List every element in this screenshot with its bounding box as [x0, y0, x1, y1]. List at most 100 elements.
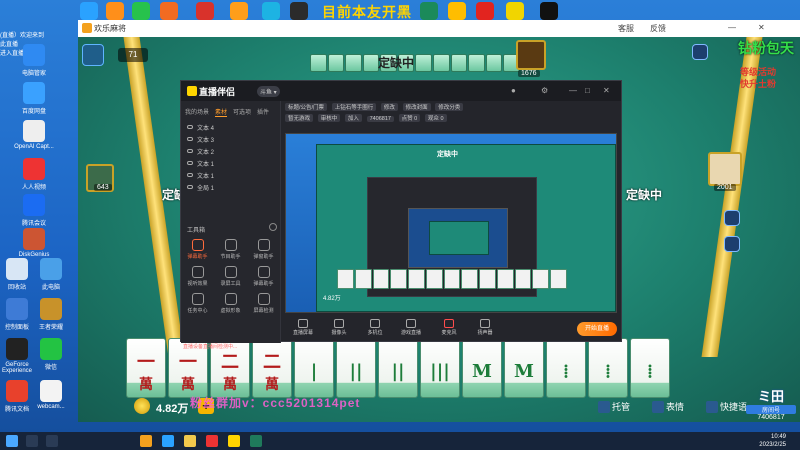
- hand-tile[interactable]: M: [504, 338, 544, 398]
- app-icon[interactable]: [262, 2, 280, 20]
- maximize-icon[interactable]: □: [585, 86, 590, 95]
- join-button[interactable]: 加入: [344, 114, 362, 122]
- desktop-icon-wechat[interactable]: 微信: [34, 338, 68, 371]
- eye-icon[interactable]: [187, 137, 193, 141]
- stream-announce-field[interactable]: 上钻石等手圈行: [331, 103, 377, 111]
- desktop-icon-tencent-meeting[interactable]: 腾讯会议: [4, 194, 64, 227]
- toolbox-more-icon[interactable]: [269, 223, 277, 231]
- user-avatar[interactable]: ●: [511, 86, 516, 95]
- edit-cover-button[interactable]: 修改封面: [402, 103, 431, 111]
- desktop-icon-control-panel[interactable]: 控制面板: [0, 298, 34, 331]
- desktop-icon-webcam[interactable]: webcam...: [34, 380, 68, 410]
- edit-button[interactable]: 修改: [380, 103, 398, 111]
- app-icon[interactable]: [162, 435, 174, 447]
- settings-icon[interactable]: ⚙: [541, 86, 548, 95]
- speaker-button[interactable]: 扬声器: [471, 319, 499, 336]
- hand-tile[interactable]: 一萬: [126, 338, 166, 398]
- windows-start-icon[interactable]: [6, 435, 18, 447]
- source-multicam-button[interactable]: 多机位: [361, 319, 389, 336]
- shop-icon[interactable]: [724, 210, 740, 226]
- desktop-icon-pc-manager[interactable]: 电脑管家: [4, 44, 64, 77]
- tool-danmu-helper[interactable]: 弹幕助手: [181, 239, 214, 260]
- desktop-icon-tencent-docs[interactable]: 腾讯文档: [0, 380, 34, 413]
- hand-tile[interactable]: ||: [378, 338, 418, 398]
- eye-icon[interactable]: [187, 149, 193, 153]
- source-camera-button[interactable]: 摄像头: [325, 319, 353, 336]
- tab-plugins[interactable]: 插件: [257, 107, 269, 117]
- close-button[interactable]: ✕: [758, 23, 765, 32]
- minimize-button[interactable]: —: [728, 23, 736, 32]
- menu-icon[interactable]: [724, 236, 740, 252]
- app-icon[interactable]: [420, 2, 438, 20]
- tool-virtual-avatar[interactable]: 虚拟形象: [214, 293, 247, 314]
- app-icon[interactable]: [106, 2, 124, 20]
- tool-popup-helper[interactable]: 弹窗助手: [247, 239, 280, 260]
- tab-materials[interactable]: 素材: [215, 107, 228, 117]
- system-clock[interactable]: 10:49 2023/2/25: [759, 433, 786, 449]
- microphone-button[interactable]: 麦克风: [435, 319, 463, 336]
- desktop-icon-honor-of-kings[interactable]: 王者荣耀: [34, 298, 68, 331]
- quick-chat-button[interactable]: 快捷语: [706, 400, 747, 413]
- layer-item[interactable]: 文本 4: [181, 121, 280, 133]
- layer-item[interactable]: 全局 1: [181, 181, 280, 193]
- app-icon[interactable]: [140, 435, 152, 447]
- hand-tile[interactable]: |||: [420, 338, 460, 398]
- layer-item[interactable]: 文本 1: [181, 169, 280, 181]
- tool-screen-check[interactable]: 屏幕检测: [247, 293, 280, 314]
- taskview-icon[interactable]: [46, 435, 58, 447]
- game-category[interactable]: 暂无游戏: [285, 114, 314, 122]
- layer-item[interactable]: 文本 1: [181, 157, 280, 169]
- desktop-icon-baidu-netdisk[interactable]: 百度网盘: [4, 82, 64, 115]
- close-icon[interactable]: ✕: [603, 86, 610, 95]
- eye-icon[interactable]: [187, 185, 193, 189]
- service-button[interactable]: 客服: [618, 23, 634, 34]
- eye-icon[interactable]: [187, 161, 193, 165]
- edit-category-button[interactable]: 修改分类: [435, 103, 464, 111]
- desktop-icon-recycle-bin[interactable]: 回收站: [0, 258, 34, 291]
- tool-danmu-2[interactable]: 弹幕助手: [247, 266, 280, 287]
- app-icon[interactable]: [132, 2, 150, 20]
- app-icon[interactable]: [448, 2, 466, 20]
- search-icon[interactable]: [26, 435, 38, 447]
- desktop-icon-diskgenius[interactable]: DiskGenius: [4, 228, 64, 258]
- player-avatar-top[interactable]: [516, 40, 546, 70]
- app-icon[interactable]: [80, 2, 98, 20]
- minimize-icon[interactable]: —: [569, 86, 577, 95]
- desktop-icon-openai[interactable]: OpenAI Capt...: [4, 120, 64, 150]
- layer-item[interactable]: 文本 2: [181, 145, 280, 157]
- tab-my-scenes[interactable]: 我的场景: [185, 107, 209, 117]
- app-icon[interactable]: [290, 2, 308, 20]
- hand-tile[interactable]: ⁞: [630, 338, 670, 398]
- stream-title-field[interactable]: 标题/公告/门票: [285, 103, 328, 111]
- exit-room-icon[interactable]: [82, 44, 104, 66]
- app-icon[interactable]: [476, 2, 494, 20]
- app-icon[interactable]: [228, 435, 240, 447]
- tool-screen-record[interactable]: 录屏工具: [214, 266, 247, 287]
- source-game-button[interactable]: 游戏直播: [397, 319, 425, 336]
- eye-icon[interactable]: [187, 125, 193, 129]
- eye-icon[interactable]: [187, 173, 193, 177]
- feedback-button[interactable]: 反馈: [650, 23, 666, 34]
- hand-tile[interactable]: ⁞: [588, 338, 628, 398]
- emoji-button[interactable]: 表情: [652, 400, 684, 413]
- hand-tile[interactable]: M: [462, 338, 502, 398]
- source-screen-button[interactable]: 直播屏幕: [289, 319, 317, 336]
- player-avatar-right[interactable]: [708, 152, 742, 186]
- layer-item[interactable]: 文本 3: [181, 133, 280, 145]
- app-icon[interactable]: [206, 435, 218, 447]
- folder-icon[interactable]: [184, 435, 196, 447]
- auto-play-button[interactable]: 托管: [598, 400, 630, 413]
- platform-selector[interactable]: 斗鱼 ▾: [257, 86, 280, 97]
- hand-tile[interactable]: ⁞: [546, 338, 586, 398]
- app-icon[interactable]: [506, 2, 524, 20]
- app-icon[interactable]: [540, 2, 558, 20]
- app-icon[interactable]: [196, 2, 214, 20]
- settings-icon[interactable]: [692, 44, 708, 60]
- tool-task-center[interactable]: 任务中心: [181, 293, 214, 314]
- desktop-icon-geforce[interactable]: GeForce Experience: [0, 338, 34, 374]
- hand-tile[interactable]: |: [294, 338, 334, 398]
- tab-options[interactable]: 可选项: [233, 107, 251, 117]
- tool-program-helper[interactable]: 节目助手: [214, 239, 247, 260]
- desktop-icon-renren[interactable]: 人人视频: [4, 158, 64, 191]
- app-icon[interactable]: [250, 435, 262, 447]
